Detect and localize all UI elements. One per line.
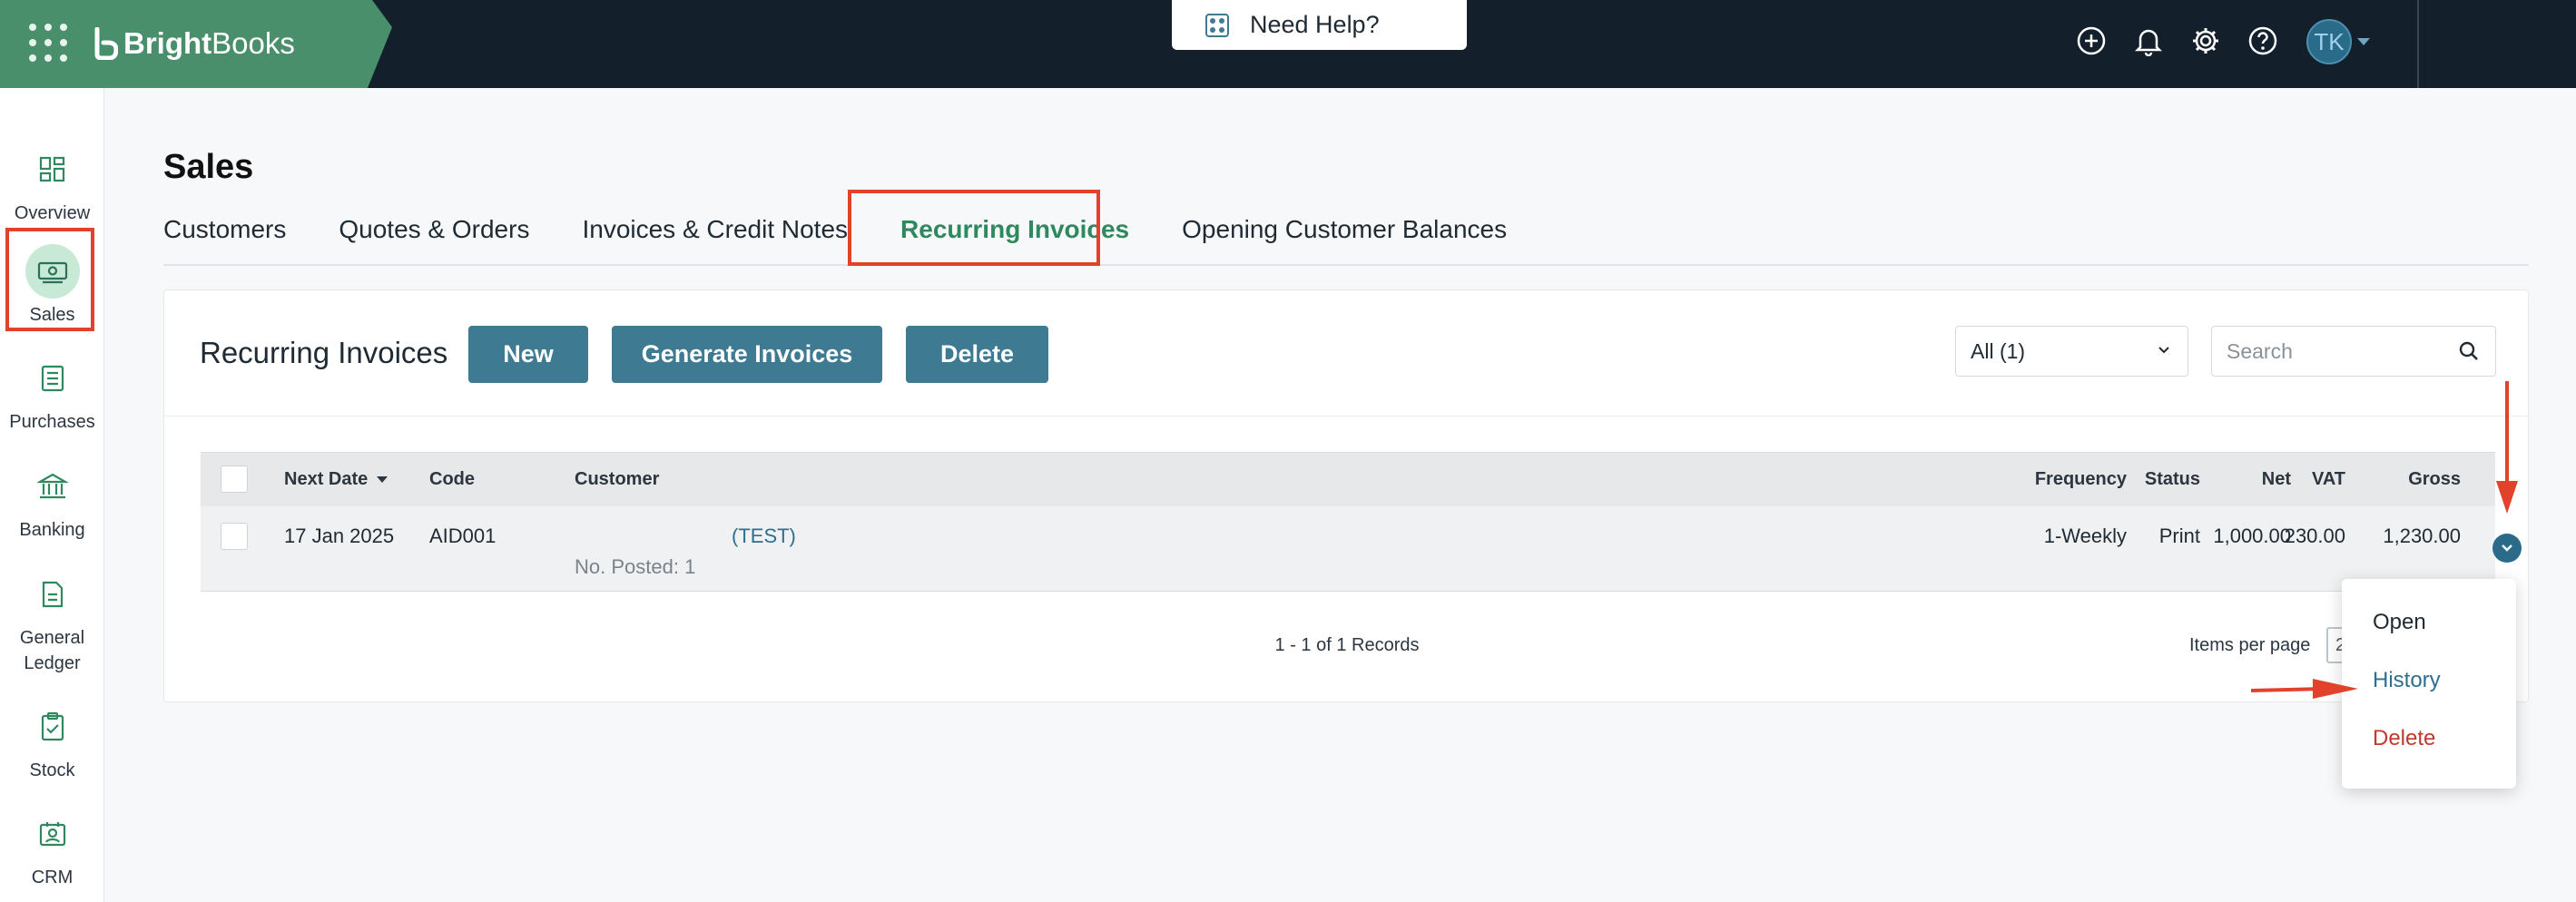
annotation-arrow-right	[2250, 679, 2358, 699]
annotation-arrow-down	[2496, 381, 2518, 514]
annotation-arrows	[2250, 381, 2518, 699]
